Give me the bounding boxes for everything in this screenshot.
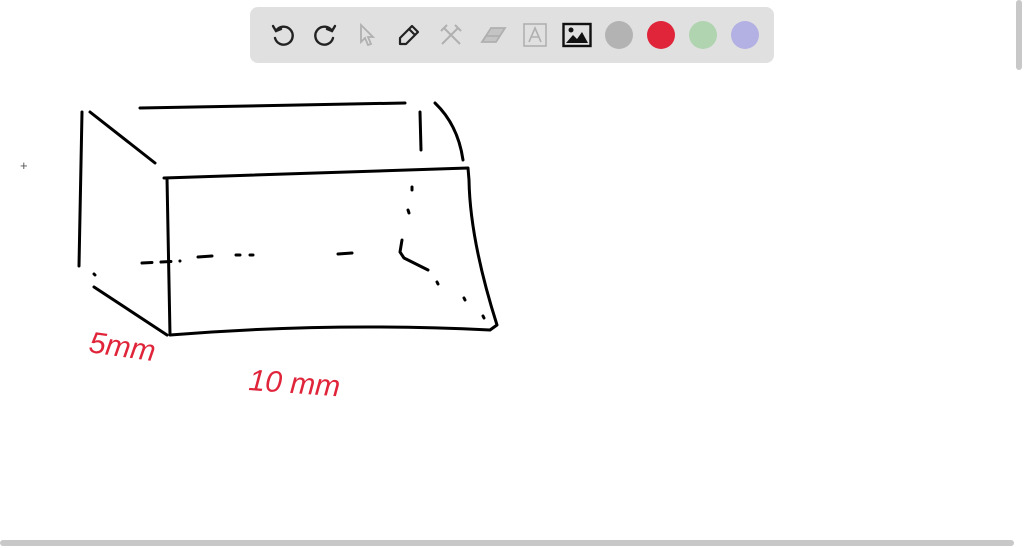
drawing-canvas[interactable]: 5mm 10 mm [0, 0, 1024, 548]
pen-button[interactable] [388, 14, 430, 56]
image-button[interactable] [556, 14, 598, 56]
color-swatch [689, 21, 717, 49]
color-purple-button[interactable] [724, 14, 766, 56]
length-label: 10 mm [248, 364, 342, 403]
select-button[interactable] [346, 14, 388, 56]
horizontal-scrollbar[interactable] [0, 540, 1014, 546]
eraser-icon [480, 27, 507, 43]
drawing-toolbar [250, 7, 774, 63]
color-swatch [731, 21, 759, 49]
eraser-button[interactable] [472, 14, 514, 56]
width-label: 5mm [87, 326, 158, 368]
text-button[interactable] [514, 14, 556, 56]
color-gray-button[interactable] [598, 14, 640, 56]
color-green-button[interactable] [682, 14, 724, 56]
redo-button[interactable] [304, 14, 346, 56]
color-red-button[interactable] [640, 14, 682, 56]
dimension-labels: 5mm 10 mm [87, 326, 341, 403]
shapes-icon [440, 24, 462, 45]
redo-icon [314, 24, 337, 46]
text-icon [523, 23, 547, 47]
color-swatch [605, 21, 633, 49]
undo-icon [271, 24, 294, 46]
undo-button[interactable] [262, 14, 304, 56]
box-sketch [77, 101, 499, 337]
shapes-button[interactable] [430, 14, 472, 56]
image-icon [562, 22, 592, 48]
pen-icon [398, 24, 420, 46]
vertical-scrollbar[interactable] [1016, 0, 1022, 70]
cursor-crosshair-icon: + [20, 158, 28, 173]
color-swatch [647, 21, 675, 49]
select-icon [360, 22, 376, 47]
